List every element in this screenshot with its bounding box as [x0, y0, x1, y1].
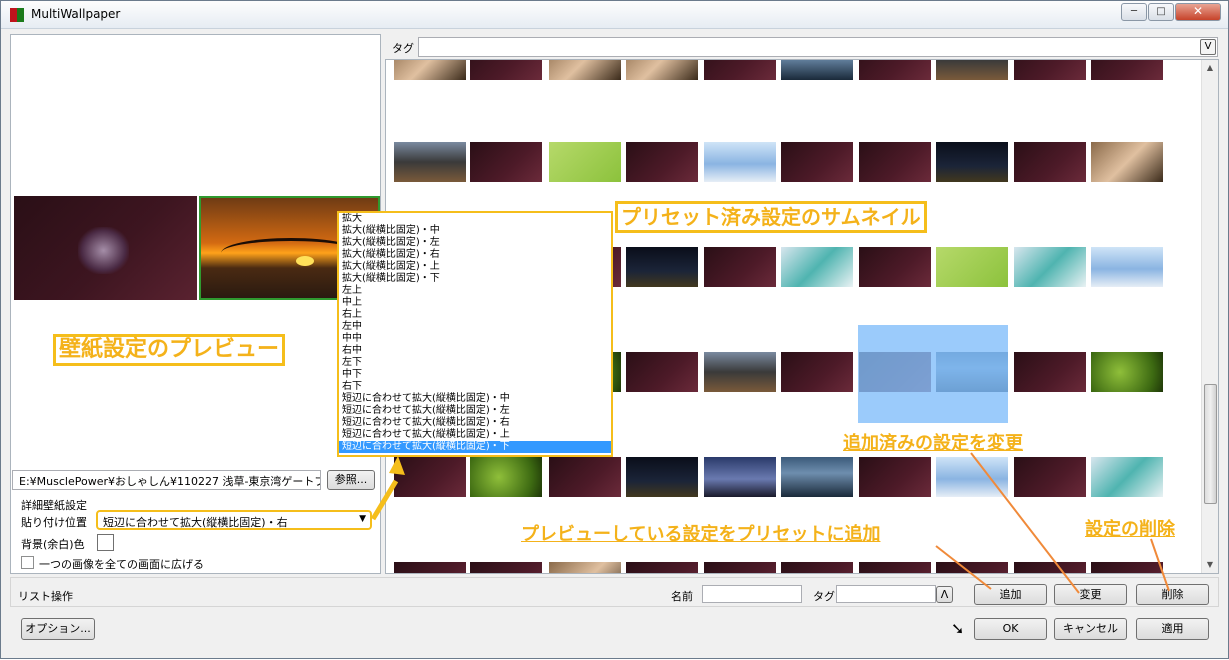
annotation-presets: プリセット済み設定のサムネイル [615, 201, 927, 233]
annotation-preview: 壁紙設定のプレビュー [53, 334, 286, 366]
app-window: MultiWallpaper ─ □ ✕ E:¥MusclePower¥おしゃし… [0, 0, 1229, 659]
delete-arrow [1150, 538, 1170, 592]
preview-arrow [370, 479, 399, 521]
annotation-arrows [370, 452, 1170, 594]
annotation-change-existing: 追加済みの設定を変更 [843, 433, 1023, 454]
annotation-add-preview: プレビューしている設定をプリセットに追加 [521, 524, 881, 545]
add-arrow [935, 545, 992, 590]
annotation-delete: 設定の削除 [1085, 519, 1175, 540]
change-arrow [970, 452, 1080, 594]
preview-arrowhead [389, 456, 405, 475]
